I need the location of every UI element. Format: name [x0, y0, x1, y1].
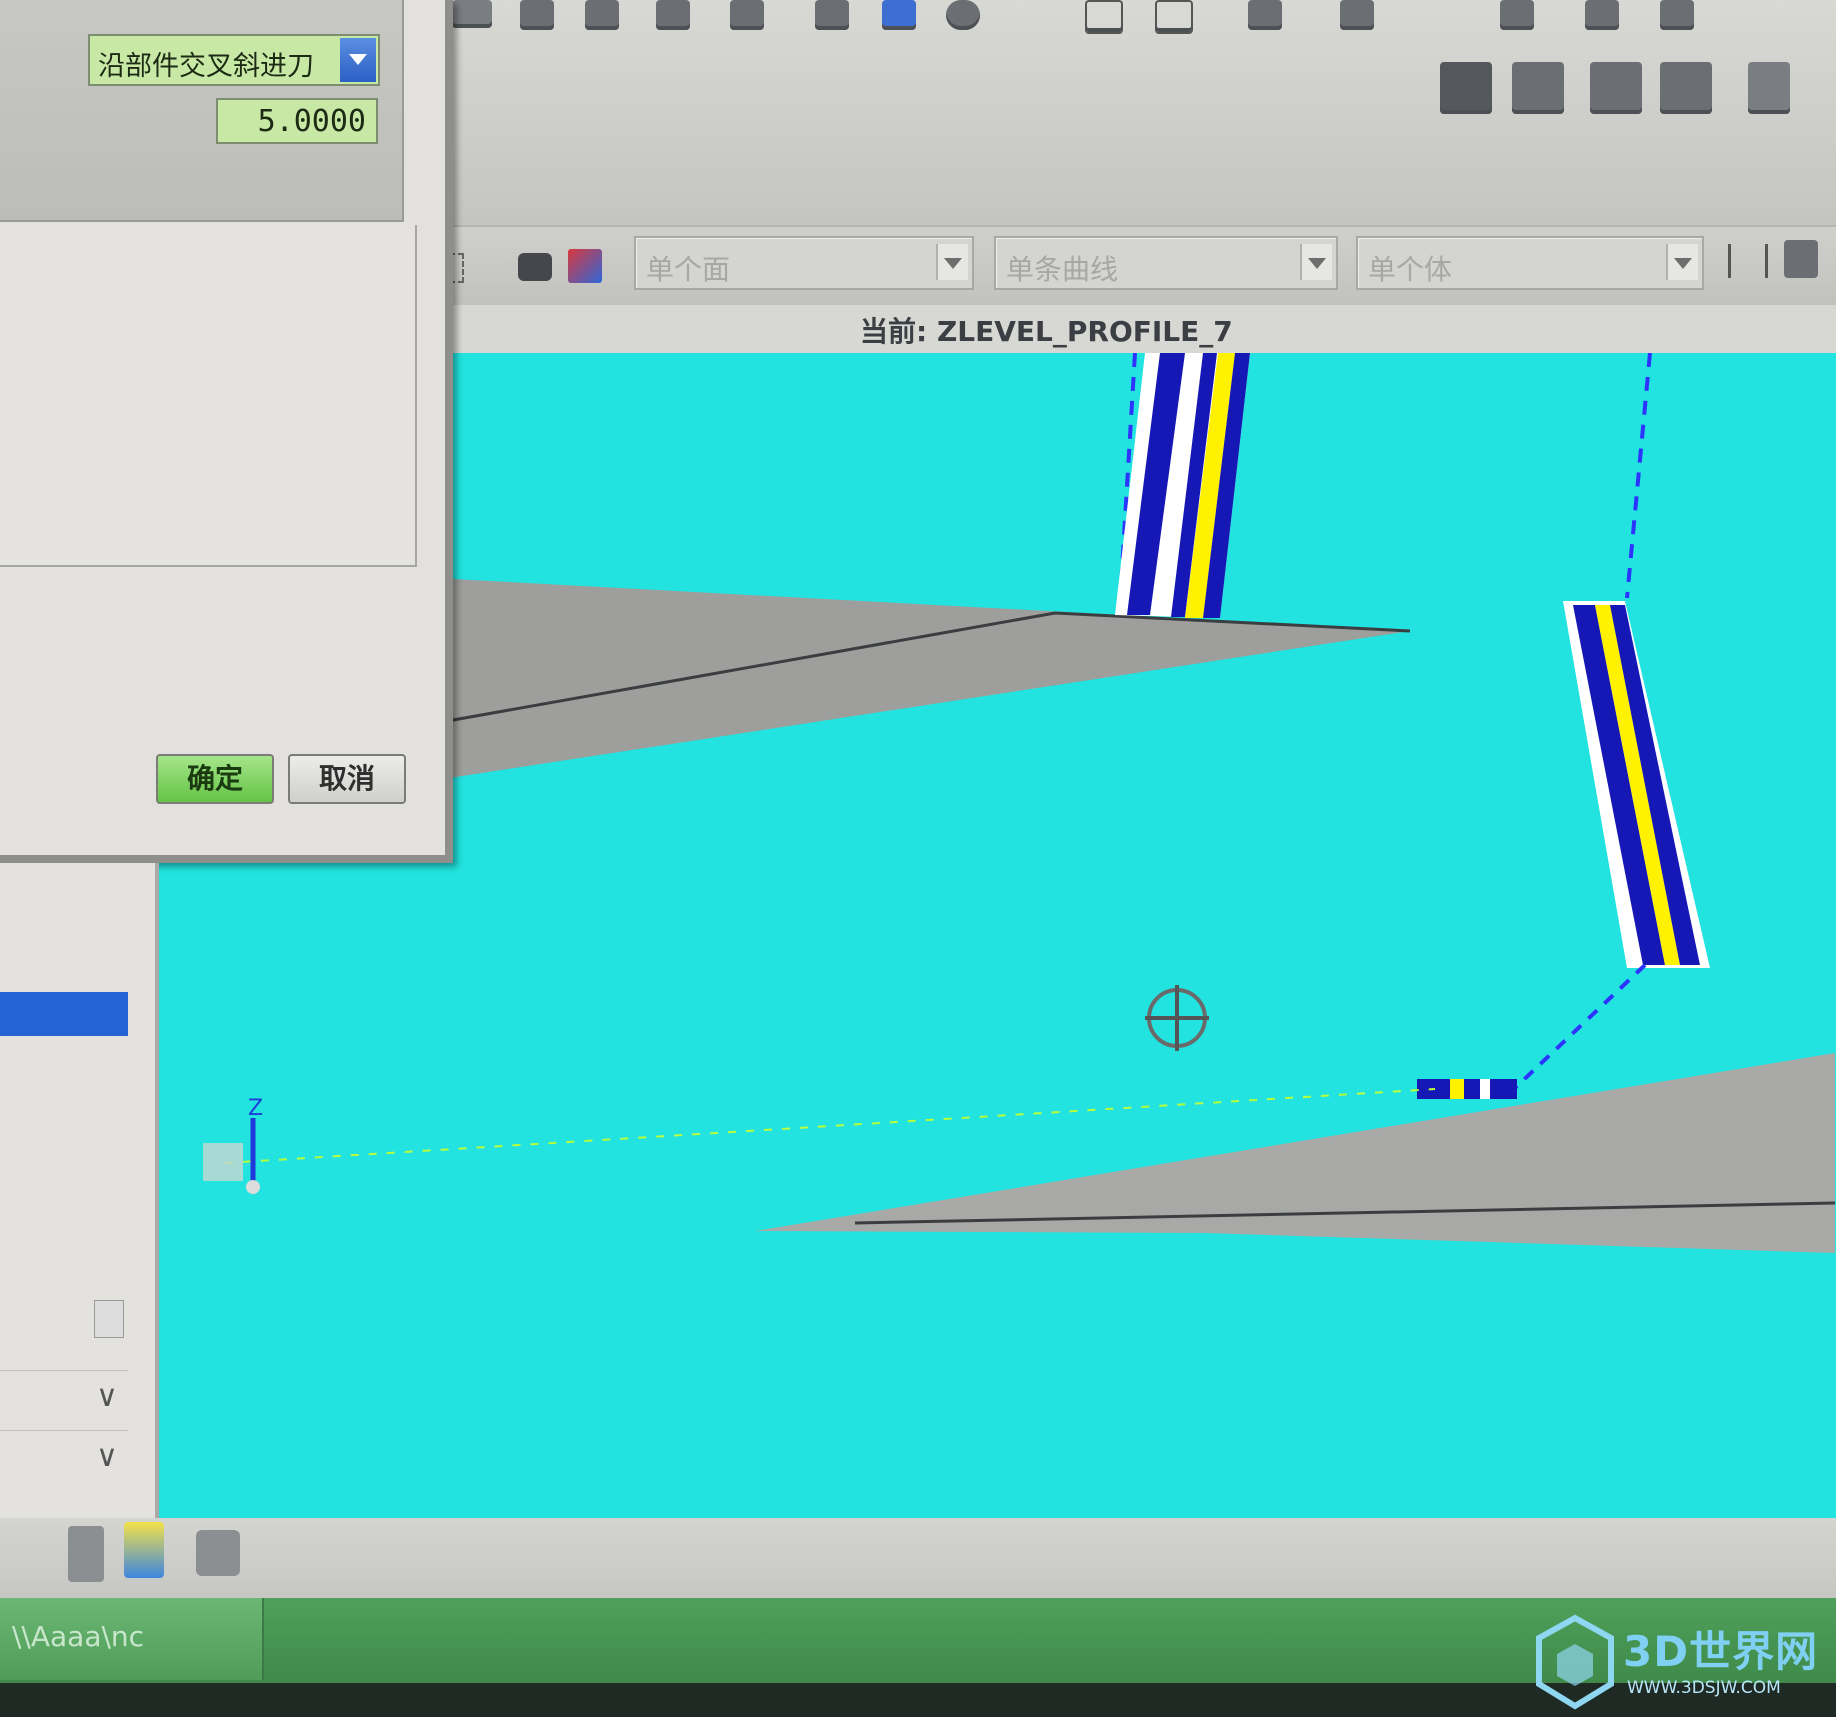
axis-z-label: Z [248, 1096, 263, 1121]
watermark-title: 3D世界网 [1623, 1627, 1819, 1676]
part-stack-icon[interactable] [1512, 62, 1564, 114]
selected-navigator-row[interactable] [0, 992, 128, 1036]
triad-box [203, 1143, 243, 1181]
navigator-collapse-row[interactable]: ∨ [0, 1370, 128, 1423]
hierarchy-icon[interactable] [1500, 0, 1534, 30]
clipboard-icon[interactable] [882, 0, 916, 30]
transfer-icon[interactable] [730, 0, 764, 30]
face-filter-value: 单个面 [646, 253, 731, 286]
undo-icon[interactable] [452, 0, 492, 28]
shaded-solid-icon[interactable] [518, 253, 552, 281]
toolpath-dash-3 [1513, 963, 1647, 1090]
navigator-collapse-row[interactable]: ∨ [0, 1430, 128, 1483]
watermark-cube-icon [1536, 1614, 1614, 1710]
chevron-down-icon[interactable] [340, 38, 376, 82]
chevron-down-icon[interactable] [1300, 244, 1332, 280]
toolpath-stub-yellow [1450, 1079, 1464, 1099]
watermark-url: WWW.3DSJW.COM [1627, 1678, 1781, 1698]
snap-icon[interactable] [1728, 244, 1768, 278]
block-icon[interactable] [1660, 62, 1712, 114]
bottom-toolbar [0, 1518, 1836, 1598]
curve-filter-value: 单条曲线 [1006, 253, 1119, 286]
tool-holder-icon[interactable] [68, 1526, 104, 1582]
operation-icon[interactable] [585, 0, 619, 30]
body-filter-select[interactable]: 单个体 [1356, 236, 1704, 290]
check-icon[interactable] [1440, 62, 1492, 114]
toolpath-vertical-1 [1115, 353, 1250, 618]
output-icon[interactable] [1340, 0, 1374, 30]
flag-magenta-icon[interactable] [1155, 0, 1193, 34]
distance-input[interactable]: 5.0000 [216, 98, 378, 144]
export-icon[interactable] [1248, 0, 1282, 30]
face-filter-select[interactable]: 单个面 [634, 236, 974, 290]
watermark: 3D世界网 WWW.3DSJW.COM [1535, 1614, 1835, 1714]
curve-filter-select[interactable]: 单条曲线 [994, 236, 1338, 290]
assembly-icon[interactable] [1590, 62, 1642, 114]
point-filter-icon[interactable] [1784, 240, 1818, 278]
tool-icon[interactable] [815, 0, 849, 30]
machine-icon[interactable] [656, 0, 690, 30]
distance-value: 5.0000 [257, 104, 366, 139]
flag-red-icon[interactable] [1085, 0, 1123, 34]
chevron-down-icon[interactable]: ∨ [96, 1379, 118, 1414]
cube-icon[interactable] [568, 249, 602, 283]
path-tab[interactable]: \\Aaaa\nc [0, 1598, 264, 1680]
blank-geometry-icon[interactable] [124, 1522, 164, 1578]
path-label: \\Aaaa\nc [12, 1620, 145, 1653]
part-icon[interactable] [520, 0, 554, 30]
workpiece-icon[interactable] [196, 1530, 240, 1576]
cancel-button[interactable]: 取消 [288, 754, 406, 804]
chevron-down-icon[interactable]: ∨ [96, 1439, 118, 1474]
options-group [0, 225, 417, 567]
toolpath-vertical-2 [1417, 353, 1710, 1099]
body-filter-value: 单个体 [1368, 253, 1453, 286]
gear-icon[interactable] [946, 0, 980, 30]
current-operation-label: 当前: ZLEVEL_PROFILE_7 [860, 315, 1233, 348]
scroll-right-icon[interactable] [94, 1300, 124, 1338]
toolpath-stub-white [1480, 1079, 1490, 1099]
ok-button[interactable]: 确定 [156, 754, 274, 804]
engage-type-select[interactable]: 沿部件交叉斜进刀 [88, 34, 380, 86]
engage-type-value: 沿部件交叉斜进刀 [98, 51, 314, 82]
engage-dialog: 沿部件交叉斜进刀 5.0000 确定 取消 [0, 0, 453, 863]
triad-origin [246, 1180, 260, 1194]
toolpath-dash-2 [1625, 353, 1652, 599]
chevron-down-icon[interactable] [936, 244, 968, 280]
pin-icon[interactable] [1748, 62, 1790, 114]
crosshair-icon [1145, 985, 1209, 1051]
sim-icon[interactable] [1660, 0, 1694, 30]
chevron-down-icon[interactable] [1666, 244, 1698, 280]
wcs-triad-icon: Z [203, 1096, 263, 1194]
hierarchy-alt-icon[interactable] [1585, 0, 1619, 30]
